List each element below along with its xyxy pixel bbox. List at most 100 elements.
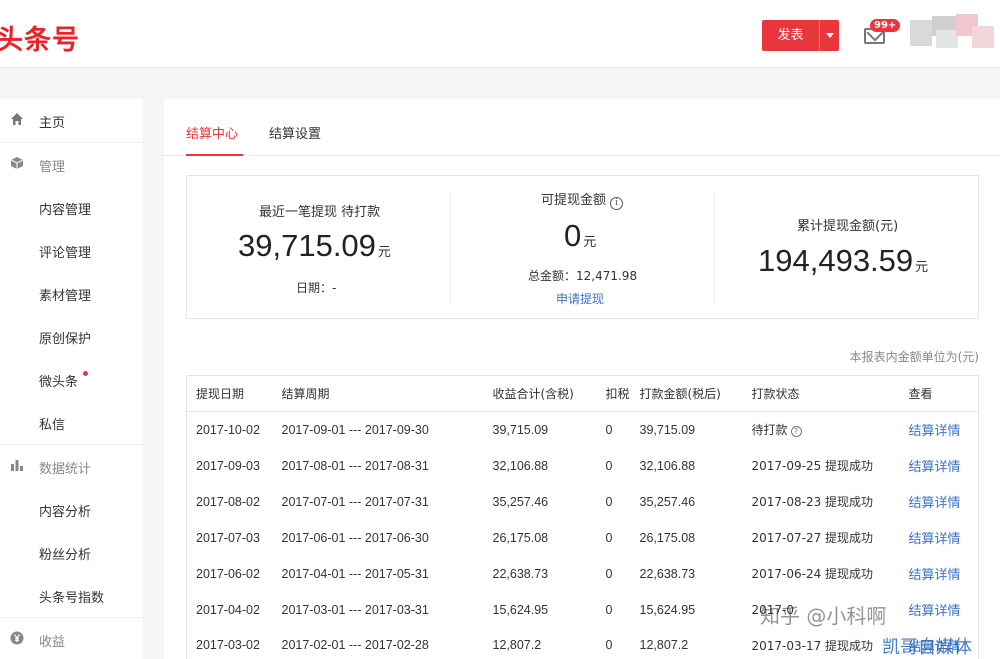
sidebar-item-label: 原创保护: [39, 332, 92, 347]
recent-withdrawal-amount: 39,715.09 元: [238, 228, 391, 263]
withdraw-date: 2017-08-02: [196, 494, 260, 509]
income-total: 32,106.88: [492, 458, 549, 473]
table-row: 2017-10-02 2017-09-01 --- 2017-09-30 39,…: [187, 412, 979, 448]
publish-button[interactable]: 发表: [762, 20, 839, 51]
kaige-watermark: 凯哥自媒体: [882, 637, 972, 658]
tab-settlement-center[interactable]: 结算中心: [186, 123, 238, 142]
main-panel: 结算中心 结算设置 最近一笔提现 待打款 39,715.09 元 日期：- 可提现…: [164, 99, 1000, 659]
settlement-period: 2017-07-01 --- 2017-07-31: [281, 494, 429, 509]
tax: 0: [605, 602, 613, 617]
paid-amount: 26,175.08: [639, 530, 696, 545]
sidebar-item-label: 数据统计: [39, 462, 92, 477]
paid-amount: 39,715.09: [639, 422, 696, 437]
column-header: 提现日期: [186, 375, 273, 412]
withdraw-date: 2017-06-02: [196, 566, 260, 581]
sidebar-group-income[interactable]: 收益: [0, 618, 143, 659]
income-total: 39,715.09: [492, 422, 549, 437]
settlement-detail-link[interactable]: 结算详情: [900, 484, 979, 520]
tab-settlement-settings[interactable]: 结算设置: [269, 123, 321, 142]
settlement-period: 2017-03-01 --- 2017-03-31: [281, 602, 429, 617]
income-total: 22,638.73: [492, 566, 549, 581]
table-row: 2017-07-03 2017-06-01 --- 2017-06-30 26,…: [187, 520, 979, 556]
cumulative-withdrawal-amount: 194,493.59 元: [758, 243, 929, 278]
sidebar-item-content-analysis[interactable]: 内容分析: [0, 488, 143, 531]
paid-amount: 35,257.46: [639, 494, 696, 509]
settlement-detail-link[interactable]: 结算详情: [900, 412, 979, 448]
avatar[interactable]: [906, 14, 996, 50]
bar-chart-icon: [11, 460, 23, 471]
sidebar-item-home[interactable]: 主页: [0, 99, 143, 142]
sidebar-group-manage[interactable]: 管理: [0, 143, 143, 186]
sidebar-item-label: 主页: [39, 116, 66, 131]
available-amount-label: 可提现金额 i: [541, 189, 624, 210]
settlement-detail-link[interactable]: 结算详情: [900, 520, 979, 556]
paid-amount: 12,807.2: [639, 638, 689, 653]
table-row: 2017-06-02 2017-04-01 --- 2017-05-31 22,…: [187, 556, 979, 592]
withdraw-date: 2017-03-02: [196, 638, 260, 653]
column-header: 结算周期: [272, 375, 484, 412]
divider: [450, 192, 451, 304]
tax: 0: [605, 638, 613, 653]
sidebar-item-label: 素材管理: [39, 289, 92, 304]
tax: 0: [605, 566, 613, 581]
caret-down-icon[interactable]: [820, 20, 839, 51]
payment-status: 2017-09-25 提现成功: [751, 459, 874, 473]
publish-button-label[interactable]: 发表: [762, 20, 820, 51]
table-row: 2017-08-02 2017-07-01 --- 2017-07-31 35,…: [187, 484, 979, 520]
tax: 0: [605, 530, 613, 545]
settlement-period: 2017-09-01 --- 2017-09-30: [281, 422, 429, 437]
top-bar: 头条号 发表 99+: [0, 0, 1000, 68]
column-header: 扣税: [596, 375, 631, 412]
table-header-row: 提现日期 结算周期 收益合计(含税) 扣税 打款金额(税后) 打款状态 查看: [186, 375, 979, 412]
sidebar-item-label: 收益: [39, 635, 66, 650]
payment-status: 2017-08-23 提现成功: [751, 495, 874, 509]
sidebar-item-label: 粉丝分析: [39, 548, 92, 563]
sidebar: 主页 管理 内容管理 评论管理 素材管理 原创保护 微头条 私信 数据统计 内容…: [0, 99, 143, 659]
available-amount: 0元: [564, 218, 597, 253]
tab-bar: 结算中心 结算设置: [164, 99, 1000, 156]
income-total: 15,624.95: [492, 602, 549, 617]
payment-status: 2017-06-24 提现成功: [751, 567, 874, 581]
sidebar-item-comment-manage[interactable]: 评论管理: [0, 229, 143, 272]
divider: [714, 192, 715, 304]
sidebar-group-statistics[interactable]: 数据统计: [0, 445, 143, 488]
sidebar-item-messages[interactable]: 私信: [0, 401, 143, 444]
settlement-detail-link[interactable]: 结算详情: [900, 556, 979, 592]
settlement-period: 2017-08-01 --- 2017-08-31: [281, 458, 429, 473]
column-header: 收益合计(含税): [483, 375, 597, 412]
column-header: 打款状态: [742, 375, 900, 412]
info-icon[interactable]: i: [610, 197, 624, 210]
total-amount: 总金额：12,471.98: [528, 269, 638, 283]
help-icon[interactable]: ?: [790, 426, 802, 438]
column-header: 查看: [899, 375, 979, 412]
settlement-period: 2017-02-01 --- 2017-02-28: [281, 638, 429, 653]
tax: 0: [605, 494, 613, 509]
sidebar-item-fans-analysis[interactable]: 粉丝分析: [0, 531, 143, 574]
sidebar-item-account-index[interactable]: 头条号指数: [0, 574, 143, 617]
withdraw-date: 2017-04-02: [196, 602, 260, 617]
paid-amount: 32,106.88: [639, 458, 696, 473]
apply-withdraw-link[interactable]: 申请提现: [556, 290, 604, 307]
active-tab-indicator: [186, 154, 243, 156]
income-total: 35,257.46: [492, 494, 549, 509]
sidebar-item-original-protection[interactable]: 原创保护: [0, 315, 143, 358]
sidebar-item-label: 内容分析: [39, 505, 92, 520]
brand-logo[interactable]: 头条号: [0, 18, 80, 57]
cube-icon: [10, 157, 24, 169]
unit-note: 本报表内金额单位为(元): [849, 350, 979, 364]
tax: 0: [605, 422, 613, 437]
sidebar-item-content-manage[interactable]: 内容管理: [0, 186, 143, 229]
yen-icon: [10, 631, 24, 645]
settlement-period: 2017-04-01 --- 2017-05-31: [281, 566, 429, 581]
recent-withdrawal-label: 最近一笔提现 待打款: [259, 205, 381, 220]
income-total: 12,807.2: [492, 638, 542, 653]
notification-badge: 99+: [870, 19, 901, 32]
sidebar-item-material-manage[interactable]: 素材管理: [0, 272, 143, 315]
payment-status: 待打款?: [743, 412, 900, 448]
sidebar-item-label: 微头条: [39, 375, 79, 390]
settlement-detail-link[interactable]: 结算详情: [900, 448, 979, 484]
settlement-detail-link[interactable]: 结算详情: [900, 592, 979, 628]
sidebar-item-micro-toutiao[interactable]: 微头条: [0, 358, 143, 401]
settlement-period: 2017-06-01 --- 2017-06-30: [281, 530, 429, 545]
payment-status: 2017-03-17 提现成功: [751, 638, 874, 653]
